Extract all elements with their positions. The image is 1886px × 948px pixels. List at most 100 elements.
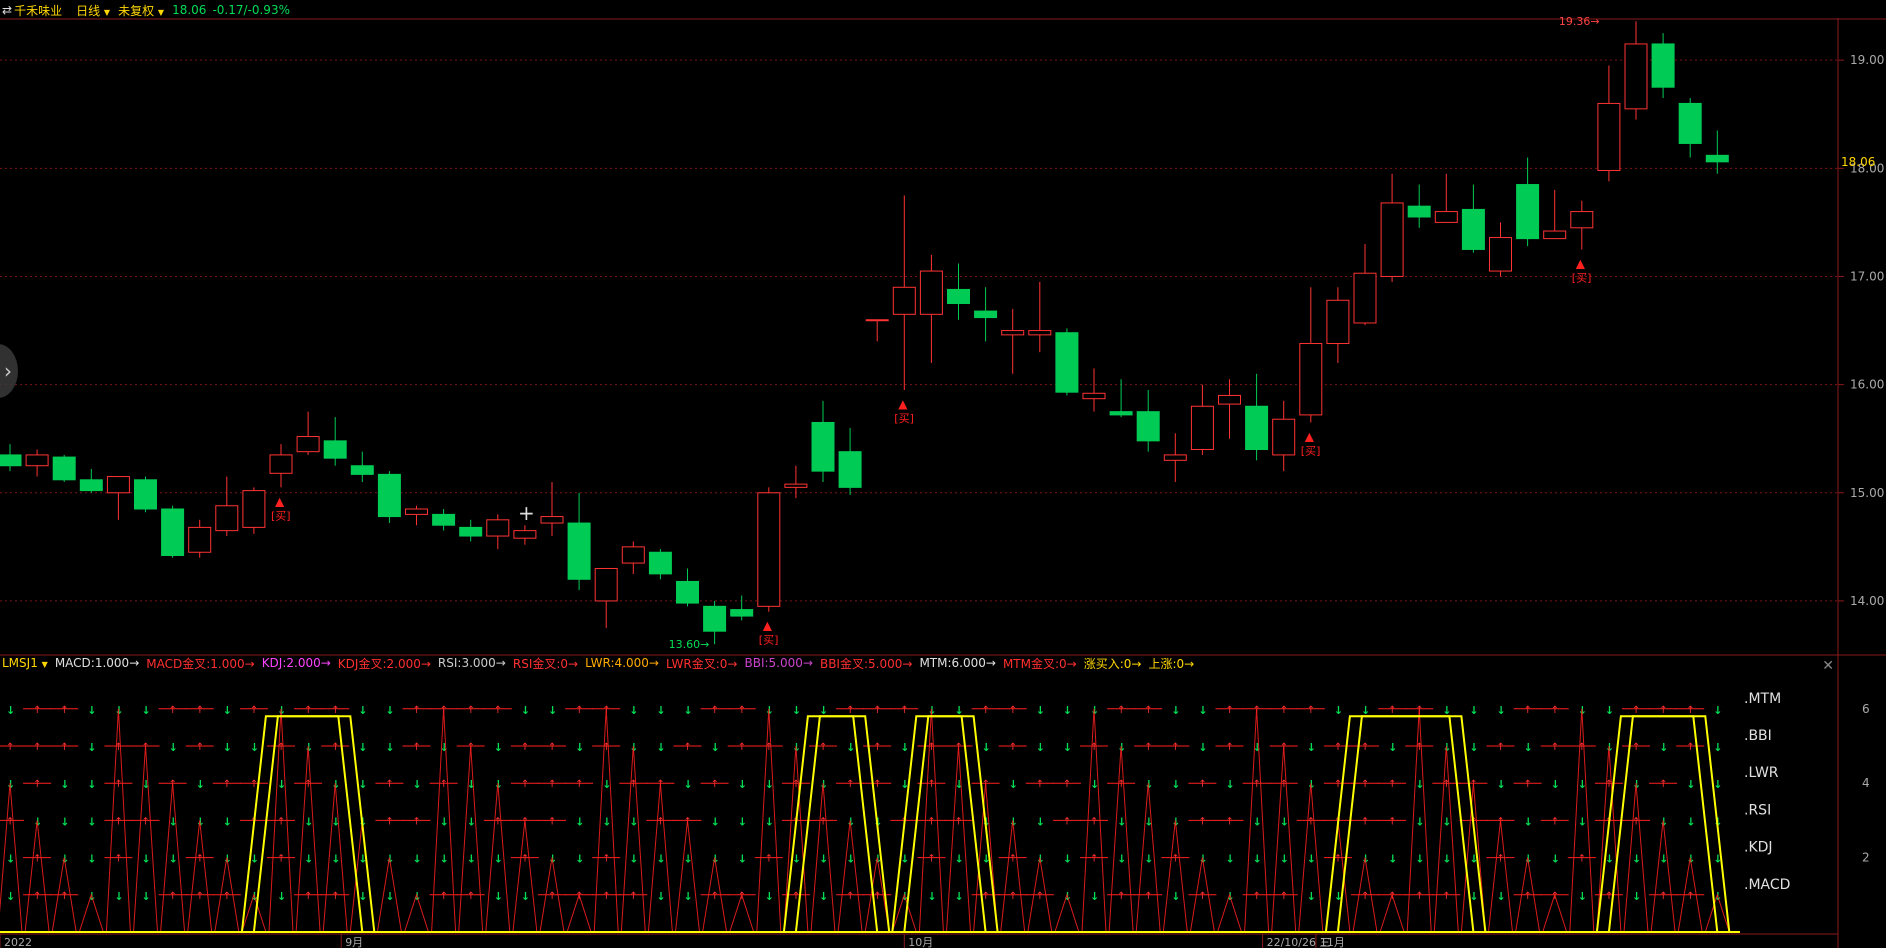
candle-body[interactable] — [947, 288, 970, 305]
candle-body[interactable] — [1380, 202, 1404, 277]
candle-body[interactable] — [350, 465, 374, 475]
up-arrow-icon: ↑ — [873, 779, 881, 790]
candle-body[interactable] — [405, 508, 428, 515]
candle-body[interactable] — [757, 492, 781, 607]
up-arrow-icon: ↑ — [1198, 779, 1206, 790]
candle-body[interactable] — [1624, 43, 1648, 110]
up-arrow-icon: ↑ — [114, 854, 122, 865]
candle-body[interactable] — [1570, 211, 1594, 229]
candle-body[interactable] — [1109, 411, 1133, 416]
time-axis-label: 11月 — [1320, 936, 1345, 948]
candle-body[interactable] — [432, 513, 456, 526]
up-arrow-icon: ↑ — [385, 816, 393, 827]
candle-body[interactable] — [1705, 154, 1729, 163]
candle-body[interactable] — [567, 522, 591, 580]
candle-body[interactable] — [1678, 102, 1702, 144]
period-select[interactable]: 日线 ▼ — [76, 2, 110, 19]
candle-body[interactable] — [1218, 394, 1241, 405]
candle-body[interactable] — [269, 454, 293, 474]
candle-body[interactable] — [919, 270, 943, 315]
up-arrow-icon: ↑ — [684, 742, 692, 753]
down-arrow-icon: ↓ — [1469, 741, 1478, 754]
down-arrow-icon: ↓ — [87, 815, 96, 828]
candle-body[interactable] — [1272, 418, 1296, 456]
candle-body[interactable] — [513, 530, 537, 539]
down-arrow-icon: ↓ — [738, 853, 747, 866]
down-arrow-icon: ↓ — [494, 741, 503, 754]
candle-body[interactable] — [0, 454, 22, 467]
up-arrow-icon: ↑ — [846, 891, 854, 902]
candle-body[interactable] — [188, 526, 212, 553]
candle-body[interactable] — [730, 609, 754, 617]
candle-body[interactable] — [1245, 405, 1269, 451]
candle-body[interactable] — [296, 436, 320, 453]
candle-body[interactable] — [1353, 272, 1377, 324]
up-arrow-icon: ↑ — [1063, 779, 1071, 790]
candle-body[interactable] — [784, 483, 808, 488]
close-icon[interactable]: ✕ — [1822, 658, 1834, 674]
candle-body[interactable] — [161, 508, 185, 557]
candle-body[interactable] — [676, 580, 699, 604]
candle-body[interactable] — [703, 605, 727, 632]
reverse-arrows-icon[interactable]: ⇄ — [2, 3, 12, 17]
candle-body[interactable] — [52, 456, 76, 481]
candle-body[interactable] — [486, 519, 510, 537]
down-arrow-icon: ↓ — [223, 815, 232, 828]
adjust-select[interactable]: 未复权 ▼ — [118, 2, 164, 19]
down-arrow-icon: ↓ — [1226, 778, 1235, 791]
up-arrow-icon: ↑ — [1198, 891, 1206, 902]
down-arrow-icon: ↓ — [223, 704, 232, 717]
candle-body[interactable] — [594, 567, 618, 602]
price-tick-label: 19.00 — [1850, 53, 1884, 67]
up-arrow-icon: ↑ — [223, 891, 231, 902]
buy-arrow-icon: ▲ — [898, 397, 908, 411]
candle-body[interactable] — [25, 454, 49, 467]
candle-body[interactable] — [1136, 411, 1160, 442]
down-arrow-icon: ↓ — [1659, 741, 1668, 754]
candle-body[interactable] — [1082, 392, 1106, 400]
candle-body[interactable] — [1001, 330, 1025, 336]
candle-body[interactable] — [892, 286, 916, 315]
candle-body[interactable] — [1461, 208, 1485, 250]
candle-body[interactable] — [1597, 102, 1621, 171]
candle-body[interactable] — [838, 451, 862, 488]
up-arrow-icon: ↑ — [331, 742, 339, 753]
stock-name[interactable]: 千禾味业 — [14, 2, 62, 19]
candle-body[interactable] — [1163, 454, 1187, 461]
indicator-item: LWR:4.000→ — [585, 656, 659, 670]
candle-body[interactable] — [974, 310, 998, 319]
candle-body[interactable] — [134, 479, 157, 510]
candle-body[interactable] — [1055, 332, 1079, 393]
candle-body[interactable] — [323, 440, 347, 459]
up-arrow-icon: ↑ — [1659, 705, 1667, 716]
down-arrow-icon: ↓ — [1063, 853, 1072, 866]
indicator-select[interactable]: LMSJ1 ▼ — [2, 656, 48, 670]
candle-body[interactable] — [1516, 184, 1540, 240]
candle-body[interactable] — [648, 551, 672, 575]
candle-body[interactable] — [1028, 330, 1052, 336]
candle-body[interactable] — [1407, 205, 1431, 218]
candle-body[interactable] — [377, 473, 401, 518]
candle-body[interactable] — [621, 546, 645, 564]
candle-body[interactable] — [1651, 43, 1675, 88]
candle-body[interactable] — [1326, 299, 1350, 345]
candle-body[interactable] — [865, 319, 889, 322]
candle-body[interactable] — [79, 479, 103, 492]
down-arrow-icon: ↓ — [1632, 853, 1641, 866]
down-arrow-icon: ↓ — [819, 890, 828, 903]
down-arrow-icon: ↓ — [982, 741, 991, 754]
candle-body[interactable] — [1489, 237, 1512, 272]
candle-body[interactable] — [1434, 211, 1458, 223]
candle-body[interactable] — [811, 421, 835, 472]
candle-body[interactable] — [540, 516, 564, 524]
candle-body[interactable] — [1299, 343, 1323, 416]
kline-chart[interactable]: 19.0018.0017.0016.0015.0014.0018.06+▲[买]… — [0, 0, 1886, 948]
candle-body[interactable] — [242, 490, 266, 528]
candle-body[interactable] — [1543, 230, 1567, 240]
down-arrow-icon: ↓ — [1009, 778, 1018, 791]
series-label: .MACD — [1744, 877, 1790, 893]
candle-body[interactable] — [1190, 405, 1214, 451]
candle-body[interactable] — [106, 476, 130, 494]
candle-body[interactable] — [215, 505, 239, 532]
candle-body[interactable] — [459, 526, 483, 537]
